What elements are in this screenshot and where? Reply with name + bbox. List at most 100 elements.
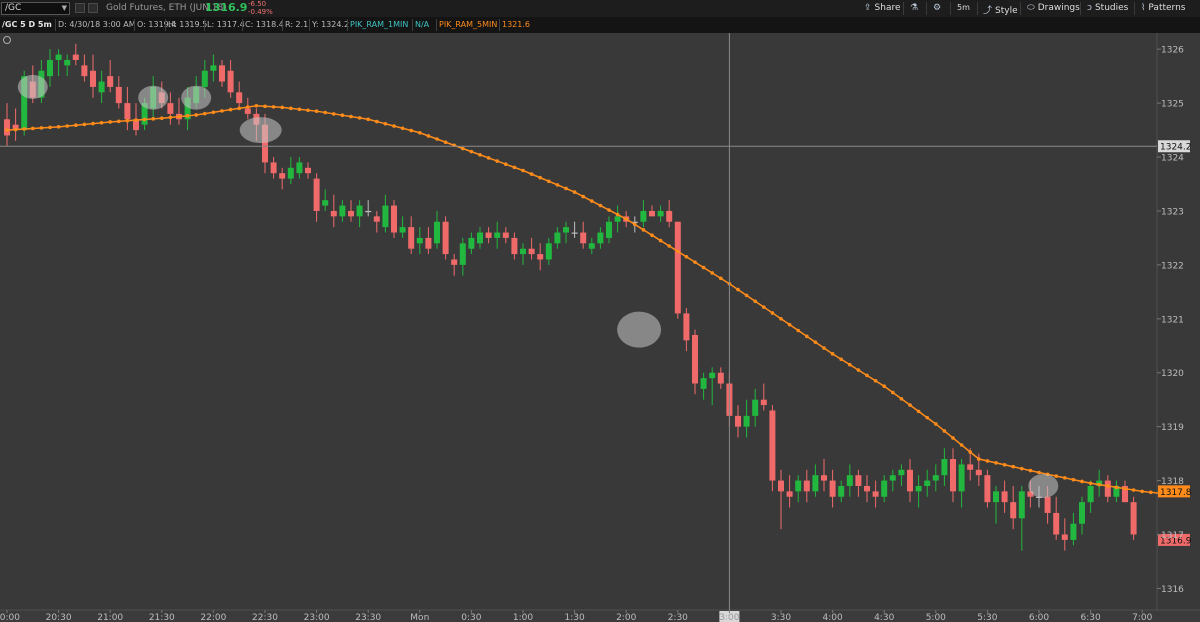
ma-point xyxy=(676,249,680,254)
ma-point xyxy=(366,117,371,122)
candle-body xyxy=(167,103,174,114)
ma-point xyxy=(1131,488,1136,492)
ma-point xyxy=(486,156,491,160)
candle-body xyxy=(305,167,311,174)
ma-point xyxy=(547,179,551,184)
highlight-ellipse xyxy=(617,311,662,348)
drawings-button[interactable]: ⬭ Drawings xyxy=(1027,3,1080,13)
close-value: C: 1318.4 xyxy=(245,20,284,29)
top-toolbar: /GC ▼ Gold Futures, ETH (JUN 18) 1316.9 … xyxy=(0,0,1200,18)
candle-body xyxy=(829,480,836,497)
ma-point xyxy=(762,305,766,309)
ma-point xyxy=(633,222,637,227)
toolbar-divider xyxy=(903,2,904,15)
ma-point xyxy=(1037,470,1041,475)
candle-body xyxy=(365,210,372,213)
time-axis[interactable] xyxy=(0,610,1200,622)
candle-body xyxy=(425,237,432,249)
price-label-text: 1317.8 xyxy=(1160,488,1192,498)
candle-body xyxy=(81,65,88,77)
ma-point xyxy=(323,110,328,115)
ma-point xyxy=(254,103,259,108)
candle-body xyxy=(846,475,853,486)
candle-body xyxy=(459,243,466,265)
high-value: H: 1319.5 xyxy=(168,20,208,29)
ma-point xyxy=(968,450,972,454)
study1-name[interactable]: PIK_RAM_1MIN xyxy=(350,20,408,29)
timeframe-button[interactable]: 5m xyxy=(957,3,970,12)
ma-point xyxy=(31,126,35,131)
candle-body xyxy=(511,237,518,255)
ma-point xyxy=(650,233,654,238)
candle-body xyxy=(339,205,346,217)
ma-point xyxy=(82,122,87,127)
study2-name[interactable]: PIK_RAM_5MIN xyxy=(439,20,497,29)
ma-point xyxy=(142,117,147,122)
settings-button[interactable]: ⚙ xyxy=(933,3,944,13)
x-tick-label: 3:30 xyxy=(771,613,791,622)
plot-area[interactable] xyxy=(0,33,1157,610)
candle-body xyxy=(580,232,587,244)
low-value: L: 1317.4 xyxy=(207,20,245,29)
candle-body xyxy=(408,227,415,249)
candle-body xyxy=(270,162,277,174)
x-tick-label: Mon xyxy=(410,613,429,622)
x-tick-label: 4:30 xyxy=(874,613,894,622)
style-button[interactable]: ⤴ Style xyxy=(983,3,1018,16)
ma-point xyxy=(117,119,121,124)
ma-point xyxy=(74,123,78,128)
ma-point xyxy=(220,109,224,113)
ma-point xyxy=(194,113,198,117)
candle-body xyxy=(649,210,655,217)
candle-body xyxy=(872,491,879,497)
symbol-grid-button[interactable] xyxy=(75,3,85,13)
ma-point xyxy=(271,105,276,109)
ma-point xyxy=(805,334,809,339)
studies-button[interactable]: ↄ Studies xyxy=(1087,3,1128,13)
candle-body xyxy=(950,459,956,492)
ma-point xyxy=(1054,474,1058,478)
ma-point xyxy=(1123,486,1127,491)
candle-body xyxy=(821,475,827,481)
ma-point xyxy=(443,140,448,144)
ma-point xyxy=(5,128,9,132)
candle-body xyxy=(588,243,595,249)
candle-body xyxy=(219,65,225,82)
bar-date: D: 4/30/18 3:00 AM xyxy=(58,20,136,29)
price-chart[interactable]: 3:001324.21317.81316.9 13161317131813191… xyxy=(0,33,1200,622)
candle-body xyxy=(760,399,767,406)
candle-body xyxy=(477,232,483,244)
candle-body xyxy=(502,232,509,238)
candle-body xyxy=(752,399,759,416)
symbol-selector[interactable]: /GC ▼ xyxy=(1,2,70,15)
info-divider xyxy=(282,19,283,31)
candle-body xyxy=(210,65,217,71)
candle-body xyxy=(537,254,544,260)
candle-body xyxy=(1079,502,1085,524)
flask-icon: ⚗ xyxy=(910,3,919,13)
x-tick-label: 1:30 xyxy=(564,613,584,622)
ma-point xyxy=(426,134,431,138)
candle-body xyxy=(485,232,492,238)
x-tick-label: 4:00 xyxy=(822,613,842,622)
ma-point xyxy=(555,183,560,187)
price-label-text: 1324.2 xyxy=(1160,143,1192,153)
ma-point xyxy=(1149,490,1153,495)
studies-icon: ↄ xyxy=(1087,3,1092,13)
candle-body xyxy=(709,372,716,379)
x-tick-label: 23:00 xyxy=(304,613,330,622)
study2-value: 1321.6 xyxy=(502,20,530,29)
share-button[interactable]: ⇪ Share xyxy=(864,3,901,13)
candle-body xyxy=(356,205,363,217)
symbol-link-button[interactable] xyxy=(88,3,98,13)
candle-body xyxy=(692,334,698,384)
ma-point xyxy=(891,390,895,395)
x-tick-label: 5:30 xyxy=(977,613,997,622)
flask-button[interactable]: ⚗ xyxy=(910,3,921,13)
ma-point xyxy=(779,317,783,321)
patterns-button[interactable]: ⌇ Patterns xyxy=(1141,3,1185,13)
x-tick-label: 0:30 xyxy=(461,613,481,622)
ma-point xyxy=(1080,479,1084,484)
ma-point xyxy=(1002,462,1007,467)
candle-body xyxy=(115,86,122,104)
